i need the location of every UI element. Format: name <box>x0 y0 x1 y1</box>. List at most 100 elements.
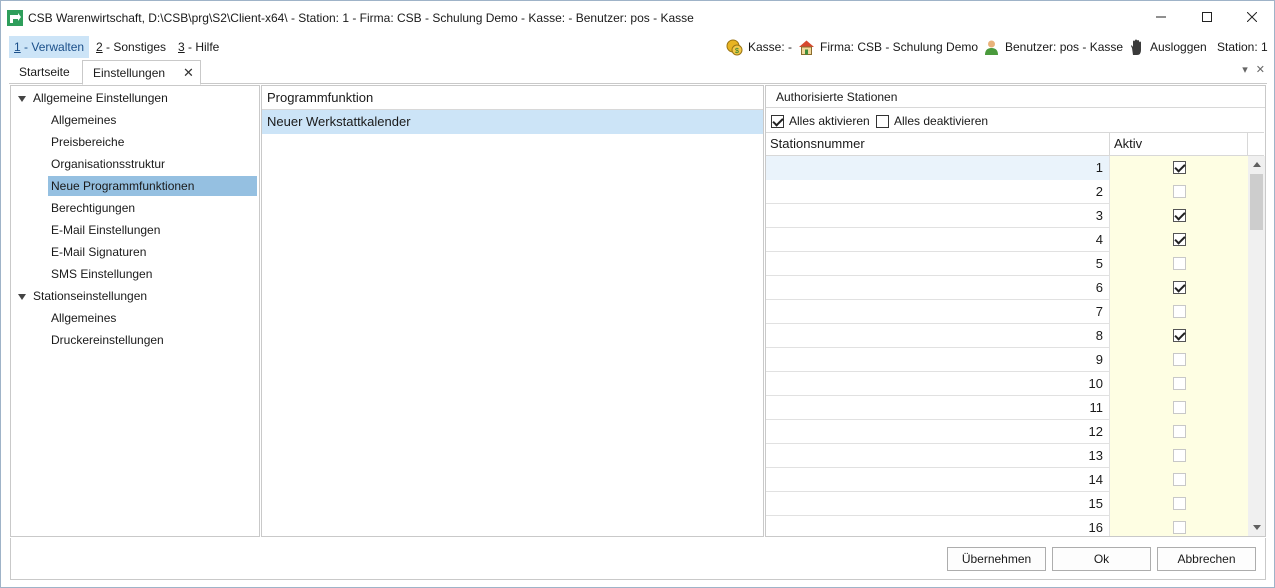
station-number: 6 <box>766 276 1110 300</box>
station-row[interactable]: 6 <box>766 276 1248 300</box>
activate-all-check[interactable] <box>771 114 784 128</box>
status-benutzer-text: Benutzer: pos - Kasse <box>1005 40 1124 54</box>
scrollbar-thumb[interactable] <box>1250 174 1263 230</box>
deactivate-all-check[interactable] <box>876 114 889 128</box>
scroll-down-button[interactable] <box>1248 519 1265 536</box>
station-row[interactable]: 15 <box>766 492 1248 516</box>
station-row[interactable]: 12 <box>766 420 1248 444</box>
station-row[interactable]: 5 <box>766 252 1248 276</box>
station-active-checkbox[interactable] <box>1173 257 1186 270</box>
station-active-cell <box>1110 276 1248 300</box>
tree-item[interactable]: E-Mail Einstellungen <box>48 220 160 240</box>
tree-item[interactable]: Druckereinstellungen <box>48 330 164 350</box>
tree-item[interactable]: SMS Einstellungen <box>48 264 152 284</box>
station-active-checkbox[interactable] <box>1173 353 1186 366</box>
ok-button[interactable]: Ok <box>1052 547 1151 571</box>
station-active-checkbox[interactable] <box>1173 449 1186 462</box>
tree-item[interactable]: Allgemeines <box>48 110 116 130</box>
station-row[interactable]: 4 <box>766 228 1248 252</box>
hand-icon <box>1131 39 1141 55</box>
station-row[interactable]: 16 <box>766 516 1248 536</box>
menu-hilfe-label: - Hilfe <box>184 40 220 54</box>
menu-bar: 1 - Verwalten 2 - Sonstiges 3 - Hilfe $ … <box>1 35 1274 59</box>
station-active-checkbox[interactable] <box>1173 185 1186 198</box>
station-row[interactable]: 10 <box>766 372 1248 396</box>
station-number: 3 <box>766 204 1110 228</box>
app-window: CSB Warenwirtschaft, D:\CSB\prg\S2\Clien… <box>0 0 1275 588</box>
stations-grid-body: 1 2 3 4 5 6 7 8 9 10 11 12 13 14 15 16 <box>766 156 1248 536</box>
station-active-cell <box>1110 324 1248 348</box>
tree-item[interactable]: Organisationsstruktur <box>48 154 165 174</box>
tab-einstellungen[interactable]: Einstellungen ✕ <box>82 60 201 85</box>
station-row[interactable]: 11 <box>766 396 1248 420</box>
station-active-checkbox[interactable] <box>1173 521 1186 534</box>
menu-verwalten[interactable]: 1 - Verwalten <box>9 36 90 58</box>
expand-arrow-icon[interactable] <box>18 96 26 102</box>
station-number: 11 <box>766 396 1110 420</box>
station-active-checkbox[interactable] <box>1173 425 1186 438</box>
vertical-scrollbar[interactable] <box>1248 156 1265 536</box>
station-row[interactable]: 7 <box>766 300 1248 324</box>
station-active-checkbox[interactable] <box>1173 161 1186 174</box>
minimize-icon <box>1156 16 1166 18</box>
logout-button[interactable]: Ausloggen <box>1128 38 1207 56</box>
column-divider <box>1247 133 1248 157</box>
station-row[interactable]: 8 <box>766 324 1248 348</box>
station-number: 15 <box>766 492 1110 516</box>
scroll-up-icon <box>1252 162 1261 167</box>
close-all-tabs-icon[interactable]: ✕ <box>1256 63 1265 76</box>
station-active-checkbox[interactable] <box>1173 209 1186 222</box>
cancel-button[interactable]: Abbrechen <box>1157 547 1256 571</box>
close-button[interactable] <box>1229 1 1275 33</box>
tab-startseite[interactable]: Startseite <box>9 60 80 84</box>
station-active-checkbox[interactable] <box>1173 473 1186 486</box>
column-header-station[interactable]: Stationsnummer <box>770 136 865 151</box>
station-row[interactable]: 14 <box>766 468 1248 492</box>
station-active-cell <box>1110 516 1248 536</box>
tab-close-icon[interactable]: ✕ <box>183 61 194 85</box>
menu-hilfe[interactable]: 3 - Hilfe <box>173 36 224 58</box>
tree-item[interactable]: Preisbereiche <box>48 132 124 152</box>
deactivate-all-checkbox[interactable]: Alles deaktivieren <box>876 112 988 130</box>
menu-verwalten-label: - Verwalten <box>20 40 85 54</box>
tree-item[interactable]: Neue Programmfunktionen <box>48 176 257 196</box>
menu-sonstiges[interactable]: 2 - Sonstiges <box>91 36 171 58</box>
title-bar: CSB Warenwirtschaft, D:\CSB\prg\S2\Clien… <box>1 1 1274 35</box>
status-benutzer[interactable]: Benutzer: pos - Kasse <box>983 38 1123 56</box>
station-active-checkbox[interactable] <box>1173 329 1186 342</box>
status-kasse[interactable]: $ Kasse: - <box>726 38 792 56</box>
station-row[interactable]: 9 <box>766 348 1248 372</box>
station-active-checkbox[interactable] <box>1173 377 1186 390</box>
status-firma[interactable]: Firma: CSB - Schulung Demo <box>798 38 978 56</box>
tree-group[interactable]: Allgemeine Einstellungen <box>33 88 168 108</box>
column-header-active[interactable]: Aktiv <box>1114 136 1142 151</box>
tree-group[interactable]: Stationseinstellungen <box>33 286 147 306</box>
station-active-checkbox[interactable] <box>1173 401 1186 414</box>
station-row[interactable]: 3 <box>766 204 1248 228</box>
station-row[interactable]: 13 <box>766 444 1248 468</box>
apply-button[interactable]: Übernehmen <box>947 547 1046 571</box>
tree-item[interactable]: Allgemeines <box>48 308 116 328</box>
station-number: 16 <box>766 516 1110 536</box>
station-active-checkbox[interactable] <box>1173 281 1186 294</box>
station-active-cell <box>1110 420 1248 444</box>
tree-item[interactable]: Berechtigungen <box>48 198 135 218</box>
maximize-button[interactable] <box>1184 1 1230 33</box>
tab-einstellungen-label: Einstellungen <box>93 66 166 80</box>
station-row[interactable]: 2 <box>766 180 1248 204</box>
tab-strip: Startseite Einstellungen ✕ ▾ ✕ <box>9 60 1267 85</box>
tab-list-icon[interactable]: ▾ <box>1242 63 1248 76</box>
program-function-row[interactable]: Neuer Werkstattkalender <box>262 110 763 134</box>
station-active-checkbox[interactable] <box>1173 233 1186 246</box>
station-active-checkbox[interactable] <box>1173 305 1186 318</box>
activate-all-checkbox[interactable]: Alles aktivieren <box>771 112 870 130</box>
minimize-button[interactable] <box>1138 1 1184 33</box>
station-number: 1 <box>766 156 1110 180</box>
maximize-icon <box>1202 12 1212 22</box>
station-row[interactable]: 1 <box>766 156 1248 180</box>
tree-item[interactable]: E-Mail Signaturen <box>48 242 146 262</box>
scroll-up-button[interactable] <box>1248 156 1265 173</box>
user-icon <box>985 40 998 55</box>
station-active-checkbox[interactable] <box>1173 497 1186 510</box>
expand-arrow-icon[interactable] <box>18 294 26 300</box>
